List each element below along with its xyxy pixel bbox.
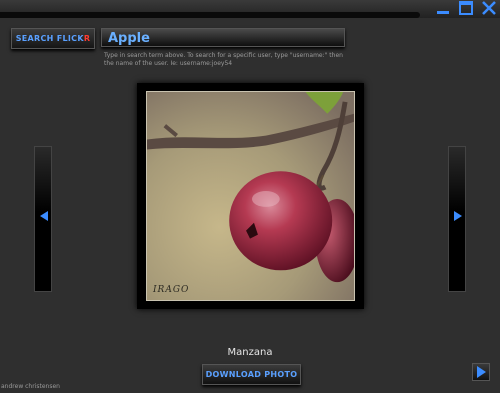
close-icon bbox=[482, 1, 496, 15]
search-input[interactable]: Apple bbox=[101, 28, 345, 47]
maximize-icon bbox=[459, 1, 473, 15]
search-button-label: SEARCH FLICK bbox=[15, 34, 84, 43]
minimize-icon bbox=[437, 11, 449, 14]
arrow-right-icon bbox=[454, 211, 462, 221]
photo-frame: IRAGO bbox=[137, 83, 364, 309]
play-icon bbox=[477, 366, 486, 378]
photo[interactable]: IRAGO bbox=[146, 91, 355, 301]
search-hint: Type in search term above. To search for… bbox=[104, 52, 343, 67]
photo-title: Manzana bbox=[227, 347, 273, 358]
minimize-button[interactable] bbox=[435, 0, 451, 16]
maximize-button[interactable] bbox=[458, 0, 474, 16]
author-credit: andrew christensen bbox=[1, 383, 60, 390]
slideshow-play-button[interactable] bbox=[472, 363, 490, 381]
photo-image bbox=[147, 92, 354, 300]
search-flickr-button[interactable]: SEARCH FLICKR bbox=[11, 28, 95, 49]
arrow-left-icon bbox=[40, 211, 48, 221]
next-photo-slider[interactable] bbox=[448, 146, 466, 292]
previous-photo-slider[interactable] bbox=[34, 146, 52, 292]
photo-watermark: IRAGO bbox=[153, 285, 190, 295]
search-button-label-accent: R bbox=[83, 34, 91, 43]
title-bar bbox=[0, 0, 500, 18]
close-button[interactable] bbox=[481, 0, 497, 16]
title-bar-strip bbox=[0, 12, 420, 18]
download-photo-button[interactable]: DOWNLOAD PHOTO bbox=[202, 364, 301, 385]
